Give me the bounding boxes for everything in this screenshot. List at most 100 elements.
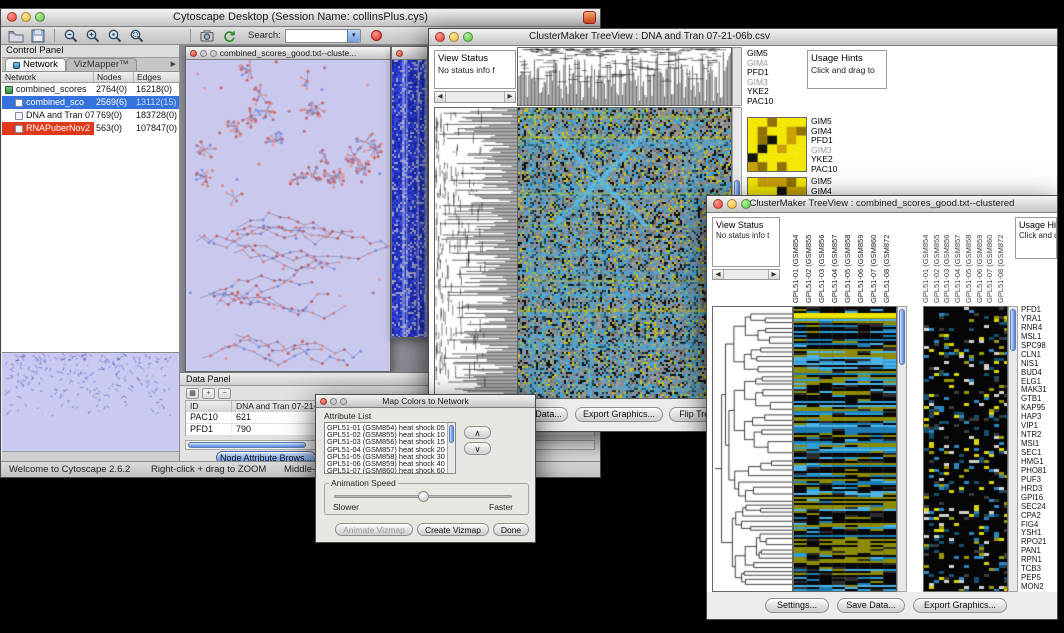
gene-label[interactable]: CLN1: [1021, 351, 1058, 360]
gene-label[interactable]: PAC10: [811, 165, 837, 175]
row-dendrogram-canvas[interactable]: [713, 307, 792, 591]
attribute-item[interactable]: GPL51-04 (GSM857) heat shock 20 min: [325, 446, 447, 453]
heatmap[interactable]: [517, 107, 732, 399]
tab-overflow-icon[interactable]: ▶: [171, 58, 176, 71]
close-button[interactable]: [190, 50, 197, 57]
attribute-item[interactable]: GPL51-01 (GSM854) heat shock 05 min: [325, 424, 447, 431]
gene-label[interactable]: PAC10: [747, 97, 773, 107]
gene-label[interactable]: YRA1: [1021, 315, 1058, 324]
correlation-matrix-canvas[interactable]: [748, 118, 806, 171]
animate-vizmap-button[interactable]: Animate Vizmap: [335, 523, 413, 536]
scroll-right-icon[interactable]: ▶: [768, 270, 779, 279]
attribute-item[interactable]: GPL51-03 (GSM856) heat shock 15 min: [325, 438, 447, 445]
zoom-window-button[interactable]: [35, 12, 45, 22]
gene-label[interactable]: HMG1: [1021, 458, 1058, 467]
minimize-button[interactable]: [200, 50, 207, 57]
gene-label[interactable]: GPI16: [1021, 494, 1058, 503]
attribute-item[interactable]: GPL51-02 (GSM855) heat shock 10 min: [325, 431, 447, 438]
array-column-label[interactable]: GPL51-07 (GSM860: [869, 215, 881, 303]
network-row[interactable]: RNAPuberNov2563(0)107847(0): [2, 122, 179, 135]
network-row[interactable]: DNA and Tran 07769(0)183728(0): [2, 109, 179, 122]
gene-label[interactable]: PEP5: [1021, 574, 1058, 583]
column-header-nodes[interactable]: Nodes: [94, 72, 134, 82]
array-column-label[interactable]: GPL51-01 (GSM854: [791, 215, 803, 303]
gene-label[interactable]: VIP1: [1021, 422, 1058, 431]
scroll-left-icon[interactable]: ◀: [713, 270, 724, 279]
scroll-track[interactable]: [446, 92, 504, 102]
secondary-heatmap-canvas[interactable]: [924, 307, 1007, 591]
gene-label[interactable]: NTR2: [1021, 431, 1058, 440]
row-dendrogram-canvas[interactable]: [435, 108, 517, 398]
search-combobox[interactable]: ▾: [285, 29, 361, 43]
animation-speed-slider[interactable]: [334, 495, 512, 498]
move-down-button[interactable]: ∨: [464, 442, 491, 455]
open-session-icon[interactable]: [7, 28, 25, 44]
treeview-combined-titlebar[interactable]: ClusterMaker TreeView : combined_scores_…: [707, 196, 1057, 213]
network-row[interactable]: combined_sco2569(6)13112(15): [2, 96, 179, 109]
close-button[interactable]: [713, 199, 723, 209]
gene-label[interactable]: ELG1: [1021, 378, 1058, 387]
gene-label[interactable]: CPA2: [1021, 512, 1058, 521]
export-graphics-button[interactable]: Export Graphics...: [913, 598, 1007, 613]
tab-network[interactable]: Network: [5, 58, 66, 71]
tab-vizmapper[interactable]: VizMapper™: [66, 58, 137, 71]
gene-label[interactable]: HAP3: [1021, 413, 1058, 422]
export-graphics-button[interactable]: Export Graphics...: [575, 407, 663, 422]
vscroll-thumb[interactable]: [449, 425, 454, 443]
save-session-icon[interactable]: [29, 28, 47, 44]
gene-label[interactable]: PUF3: [1021, 476, 1058, 485]
column-dendrogram[interactable]: [517, 47, 732, 106]
column-dendrogram-canvas[interactable]: [518, 48, 731, 105]
attribute-item[interactable]: GPL51-05 (GSM858) heat shock 30 min: [325, 453, 447, 460]
network-overview-panel[interactable]: [2, 352, 179, 451]
gene-label[interactable]: MSL1: [1021, 333, 1058, 342]
zoom-window-button[interactable]: [463, 32, 473, 42]
global-hscrollbar[interactable]: ◀ ▶: [434, 91, 516, 103]
close-button[interactable]: [7, 12, 17, 22]
scroll-right-icon[interactable]: ▶: [504, 92, 515, 102]
search-dropdown-icon[interactable]: ▾: [347, 30, 360, 42]
array-column-label[interactable]: GPL51-03 (GSM856: [817, 215, 829, 303]
array-column-label[interactable]: GPL51-05 (GSM858: [843, 215, 855, 303]
column-header-network[interactable]: Network: [2, 72, 94, 82]
attribute-add-icon[interactable]: +: [202, 388, 215, 399]
scroll-track[interactable]: [724, 270, 768, 279]
network-view-window-2[interactable]: [391, 46, 428, 338]
dialog-titlebar[interactable]: Map Colors to Network: [316, 395, 535, 408]
gene-label[interactable]: FIG4: [1021, 521, 1058, 530]
network-canvas-2[interactable]: [392, 60, 427, 337]
minimize-button[interactable]: [727, 199, 737, 209]
gene-label[interactable]: MSI1: [1021, 440, 1058, 449]
gene-label[interactable]: SEC1: [1021, 449, 1058, 458]
gene-label[interactable]: SEC24: [1021, 503, 1058, 512]
attribute-select-icon[interactable]: ▦: [186, 388, 199, 399]
zoom-fit-content-icon[interactable]: [128, 28, 146, 44]
network-view-titlebar[interactable]: combined_scores_good.txt--cluste...: [186, 47, 390, 60]
gene-label[interactable]: MAK31: [1021, 386, 1058, 395]
gene-label[interactable]: BUD4: [1021, 369, 1058, 378]
gene-label[interactable]: YSH1: [1021, 529, 1058, 538]
zoom-window-button[interactable]: [210, 50, 217, 57]
vscroll-thumb[interactable]: [1010, 309, 1016, 351]
heatmap-vscrollbar[interactable]: [897, 306, 907, 592]
network-canvas[interactable]: [186, 60, 390, 371]
array-column-label[interactable]: GPL51-05 (GSM858: [964, 215, 976, 303]
zoom-in-icon[interactable]: [84, 28, 102, 44]
gene-label[interactable]: PFD1: [1021, 306, 1058, 315]
save-data-button[interactable]: Save Data...: [837, 598, 905, 613]
secondary-heatmap[interactable]: [923, 306, 1008, 592]
heatmap-canvas[interactable]: [518, 108, 731, 398]
global-hscrollbar[interactable]: ◀ ▶: [712, 269, 780, 280]
vscroll-thumb[interactable]: [899, 309, 905, 365]
gene-label[interactable]: HRD3: [1021, 485, 1058, 494]
gene-label[interactable]: NIS1: [1021, 360, 1058, 369]
network-view-2-titlebar[interactable]: [392, 47, 427, 60]
slider-thumb[interactable]: [418, 491, 429, 502]
array-column-label[interactable]: GPL51-02 (GSM855: [804, 215, 816, 303]
gene-label[interactable]: SPC98: [1021, 342, 1058, 351]
gene-label[interactable]: GTB1: [1021, 395, 1058, 404]
attribute-list[interactable]: GPL51-01 (GSM854) heat shock 05 minGPL51…: [324, 422, 456, 474]
minimize-button[interactable]: [449, 32, 459, 42]
snapshot-icon[interactable]: [198, 28, 216, 44]
secondary-vscrollbar[interactable]: [1008, 306, 1018, 592]
